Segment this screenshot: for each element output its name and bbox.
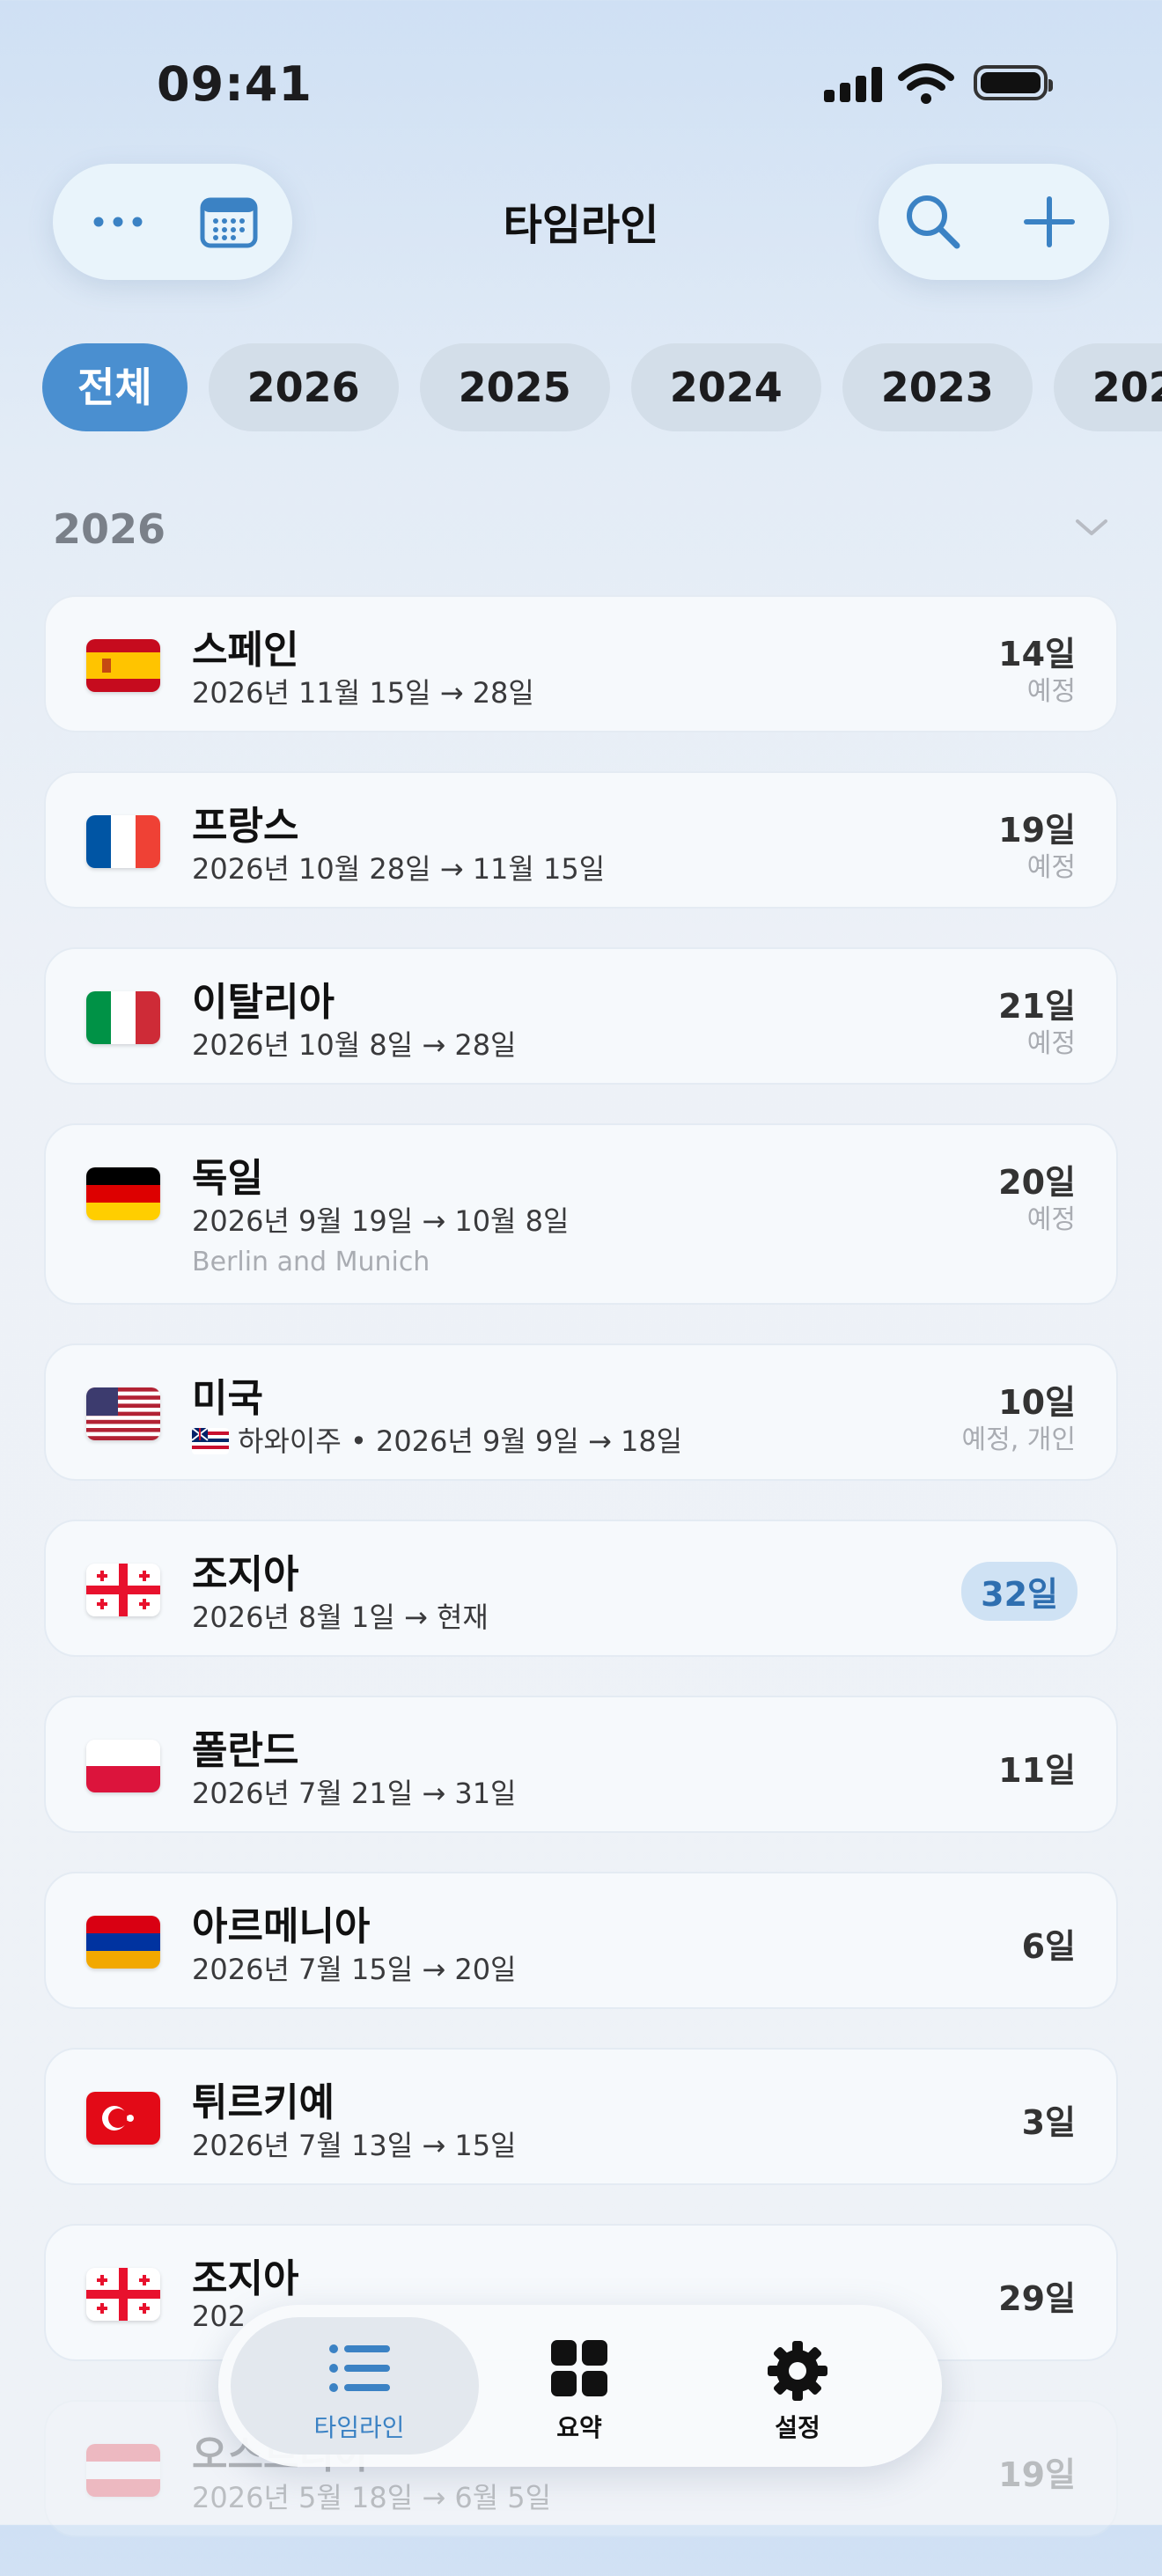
list-icon	[328, 2340, 390, 2396]
trip-card[interactable]: 아르메니아 2026년 7월 15일 → 20일 6일	[44, 1872, 1118, 2009]
header-left-actions	[53, 164, 292, 280]
trip-days: 6일	[1021, 1927, 1076, 1966]
trip-card[interactable]: 튀르키예 2026년 7월 13일 → 15일 3일	[44, 2048, 1118, 2185]
trip-country: 폴란드	[192, 1728, 299, 1773]
trip-dates: 2026년 10월 28일 → 11월 15일	[192, 852, 606, 886]
trip-status: 예정	[1026, 1204, 1076, 1235]
tab-label: 설정	[775, 2413, 820, 2442]
trip-days: 10일	[998, 1383, 1076, 1422]
trip-region: 하와이주	[238, 1424, 342, 1458]
year-chip-2023[interactable]: 2023	[842, 343, 1033, 431]
trip-dates: 2026년 11월 15일 → 28일	[192, 676, 534, 710]
year-chip-2026[interactable]: 2026	[208, 343, 399, 431]
year-chip-2025[interactable]: 2025	[419, 343, 610, 431]
trip-list: 스페인 2026년 11월 15일 → 28일 14일 예정 프랑스 2026년…	[44, 595, 1118, 2576]
year-filter-bar: 전체20262025202420232022	[42, 343, 1162, 431]
tab-timeline[interactable]: 타임라인	[245, 2305, 474, 2467]
tab-label: 타임라인	[313, 2413, 405, 2442]
usa-flag-icon	[86, 1387, 160, 1440]
gear-icon	[767, 2340, 828, 2401]
trip-card[interactable]: 폴란드 2026년 7월 21일 → 31일 11일	[44, 1696, 1118, 1833]
trip-days: 19일	[998, 2455, 1076, 2494]
trip-card[interactable]: 조지아 2026년 8월 1일 → 현재 32일	[44, 1520, 1118, 1657]
trip-dates: 2026년 5월 18일 → 6월 5일	[192, 2481, 552, 2514]
trip-days: 3일	[1021, 2103, 1076, 2142]
year-chip-2022[interactable]: 2022	[1053, 343, 1162, 431]
more-icon[interactable]	[79, 183, 157, 261]
germany-flag-icon	[86, 1167, 160, 1220]
status-bar: 09:41	[0, 0, 1162, 167]
armenia-flag-icon	[86, 1916, 160, 1969]
trip-dates: 2026년 9월 19일 → 10월 8일	[192, 1204, 570, 1238]
chevron-down-icon[interactable]	[1072, 514, 1111, 541]
trip-card[interactable]: 독일 2026년 9월 19일 → 10월 8일 Berlin and Muni…	[44, 1123, 1118, 1305]
trip-days: 29일	[998, 2279, 1076, 2318]
trip-country: 미국	[192, 1376, 263, 1421]
trip-dates: 2026년 8월 1일 → 현재	[192, 1601, 489, 1634]
header-right-actions	[879, 164, 1109, 280]
search-icon[interactable]	[894, 183, 972, 261]
trip-country: 이탈리아	[192, 980, 335, 1025]
section-year-header: 2026	[53, 505, 166, 553]
calendar-icon[interactable]	[190, 183, 268, 261]
france-flag-icon	[86, 815, 160, 868]
wifi-icon	[898, 62, 954, 106]
georgia-flag-icon	[86, 1564, 160, 1616]
hawaii-flag-icon	[192, 1428, 229, 1454]
trip-country: 튀르키예	[192, 2080, 335, 2125]
cellular-signal-icon	[824, 67, 884, 102]
turkey-flag-icon	[86, 2092, 160, 2145]
trip-card[interactable]: 이탈리아 2026년 10월 8일 → 28일 21일 예정	[44, 947, 1118, 1085]
trip-status: 예정	[1026, 1028, 1076, 1059]
status-time: 09:41	[157, 56, 313, 112]
georgia-flag-icon	[86, 2268, 160, 2321]
trip-note: Berlin and Munich	[192, 1247, 430, 1277]
trip-card[interactable]: 스페인 2026년 11월 15일 → 28일 14일 예정	[44, 595, 1118, 732]
poland-flag-icon	[86, 1740, 160, 1792]
trip-card[interactable]: 프랑스 2026년 10월 28일 → 11월 15일 19일 예정	[44, 771, 1118, 909]
trip-status: 예정	[1026, 852, 1076, 883]
year-chip-2024[interactable]: 2024	[630, 343, 821, 431]
spain-flag-icon	[86, 639, 160, 692]
battery-icon	[974, 65, 1053, 100]
page-title: 타임라인	[503, 201, 659, 250]
trip-dates: 2026년 7월 15일 → 20일	[192, 1953, 517, 1986]
trip-days: 20일	[998, 1163, 1076, 1202]
trip-days: 19일	[998, 811, 1076, 850]
add-icon[interactable]	[1011, 183, 1088, 261]
trip-days: 11일	[998, 1751, 1076, 1790]
tab-settings[interactable]: 설정	[683, 2305, 912, 2467]
tab-label: 요약	[556, 2413, 602, 2442]
trip-status: 예정, 개인	[961, 1424, 1076, 1455]
trip-status: 예정	[1026, 676, 1076, 707]
trip-country: 스페인	[192, 628, 299, 673]
trip-dates: 2026년 7월 21일 → 31일	[192, 1777, 517, 1810]
current-trip-days-badge: 32일	[961, 1562, 1077, 1621]
trip-dates-text: 2026년 9월 9일 → 18일	[375, 1424, 683, 1458]
trip-days: 14일	[998, 635, 1076, 673]
trip-country: 조지아	[192, 2256, 299, 2301]
trip-dates: 202	[192, 2300, 246, 2333]
trip-dates: 하와이주 • 2026년 9월 9일 → 18일	[192, 1419, 682, 1460]
year-chip-all[interactable]: 전체	[42, 343, 188, 431]
trip-card[interactable]: 미국 하와이주 • 2026년 9월 9일 → 18일 10일 예정, 개인	[44, 1343, 1118, 1481]
trip-country: 독일	[192, 1156, 263, 1201]
trip-dates: 2026년 10월 8일 → 28일	[192, 1028, 517, 1062]
trip-days: 21일	[998, 987, 1076, 1026]
tab-bar: 타임라인 요약 설정	[218, 2305, 942, 2467]
grid-icon	[548, 2340, 610, 2396]
trip-country: 조지아	[192, 1552, 299, 1597]
italy-flag-icon	[86, 991, 160, 1044]
austria-flag-icon	[86, 2444, 160, 2497]
trip-country: 아르메니아	[192, 1904, 371, 1949]
trip-dates: 2026년 7월 13일 → 15일	[192, 2129, 517, 2162]
tab-summary[interactable]: 요약	[465, 2305, 694, 2467]
trip-country: 프랑스	[192, 804, 299, 849]
